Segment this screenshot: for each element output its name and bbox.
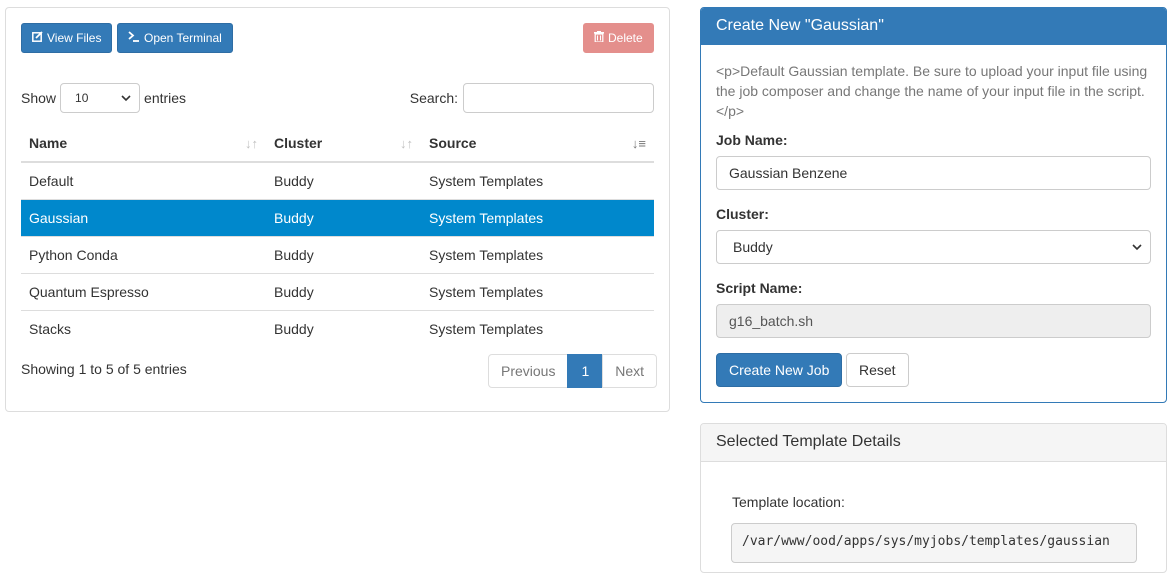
table-row-selected[interactable]: Gaussian Buddy System Templates	[21, 198, 654, 236]
sort-icon: ↓↑	[245, 136, 258, 151]
script-name-field[interactable]: g16_batch.sh	[716, 304, 1151, 338]
reset-button[interactable]: Reset	[846, 353, 909, 387]
template-description: <p>Default Gaussian template. Be sure to…	[716, 63, 1148, 119]
template-location-label: Template location:	[732, 494, 845, 510]
open-terminal-label: Open Terminal	[144, 31, 222, 45]
sort-descending-icon: ↓≡	[631, 136, 646, 151]
template-location-path: /var/www/ood/apps/sys/myjobs/templates/g…	[731, 523, 1137, 563]
cell-source: System Templates	[421, 198, 654, 236]
chevron-down-icon	[1132, 231, 1142, 263]
page-size-value: 10	[75, 91, 89, 105]
delete-button[interactable]: Delete	[583, 23, 654, 53]
template-details-panel: Selected Template Details Template locat…	[700, 423, 1167, 573]
cell-cluster: Buddy	[266, 235, 421, 273]
column-header-cluster-label: Cluster	[274, 134, 323, 151]
column-header-source[interactable]: Source ↓≡	[421, 124, 654, 163]
column-header-name-label: Name	[29, 134, 68, 151]
cluster-select[interactable]: Buddy	[716, 230, 1151, 264]
cell-cluster: Buddy	[266, 272, 421, 310]
pagination: Previous 1 Next	[488, 354, 658, 388]
create-new-job-button[interactable]: Create New Job	[716, 353, 843, 387]
cell-cluster: Buddy	[266, 309, 421, 347]
showing-info: Showing 1 to 5 of 5 entries	[21, 361, 187, 377]
view-files-label: View Files	[47, 31, 102, 45]
view-files-button[interactable]: View Files	[21, 23, 113, 53]
next-page-button[interactable]: Next	[602, 354, 658, 388]
create-panel-title: Create New "Gaussian"	[701, 8, 1166, 45]
cell-name: Python Conda	[21, 235, 266, 273]
chevron-down-icon	[121, 91, 131, 105]
show-label: Show	[21, 90, 57, 106]
table-header-row: Name ↓↑ Cluster ↓↑ Source ↓≡	[21, 124, 654, 163]
page-size-control: Show 10 entries	[21, 83, 186, 113]
cell-name: Default	[21, 161, 266, 199]
templates-panel: View Files Open Terminal Delete Show 10 …	[5, 7, 670, 412]
cell-source: System Templates	[421, 235, 654, 273]
column-header-source-label: Source	[429, 134, 477, 151]
cell-name: Gaussian	[21, 198, 266, 236]
cluster-label: Cluster:	[716, 206, 769, 222]
table-row[interactable]: Stacks Buddy System Templates	[21, 309, 654, 347]
search-label: Search:	[409, 90, 458, 106]
table-row[interactable]: Quantum Espresso Buddy System Templates	[21, 272, 654, 310]
trash-icon	[594, 24, 604, 52]
search-input[interactable]	[463, 83, 654, 113]
cell-cluster: Buddy	[266, 161, 421, 199]
cell-name: Quantum Espresso	[21, 272, 266, 310]
job-name-label: Job Name:	[716, 132, 788, 148]
column-header-cluster[interactable]: Cluster ↓↑	[266, 124, 421, 163]
create-job-panel: Create New "Gaussian" <p>Default Gaussia…	[700, 7, 1167, 403]
cell-name: Stacks	[21, 309, 266, 347]
open-terminal-button[interactable]: Open Terminal	[117, 23, 233, 53]
cell-source: System Templates	[421, 272, 654, 310]
column-header-name[interactable]: Name ↓↑	[21, 124, 266, 163]
table-row[interactable]: Python Conda Buddy System Templates	[21, 235, 654, 273]
cell-source: System Templates	[421, 161, 654, 199]
page-size-select[interactable]: 10	[60, 83, 141, 113]
previous-page-button[interactable]: Previous	[488, 354, 569, 388]
page-1-button[interactable]: 1	[567, 354, 604, 388]
delete-label: Delete	[608, 31, 643, 45]
templates-table: Name ↓↑ Cluster ↓↑ Source ↓≡ Default Bud…	[21, 124, 654, 347]
details-panel-title: Selected Template Details	[701, 424, 1166, 462]
sort-icon: ↓↑	[400, 136, 413, 151]
cluster-select-value: Buddy	[733, 239, 773, 255]
script-name-label: Script Name:	[716, 280, 803, 296]
cell-source: System Templates	[421, 309, 654, 347]
entries-label: entries	[144, 90, 187, 106]
terminal-icon	[128, 24, 140, 52]
edit-icon	[32, 24, 43, 52]
table-row[interactable]: Default Buddy System Templates	[21, 161, 654, 199]
job-name-input[interactable]	[716, 156, 1151, 190]
search-control: Search:	[410, 83, 654, 113]
cell-cluster: Buddy	[266, 198, 421, 236]
